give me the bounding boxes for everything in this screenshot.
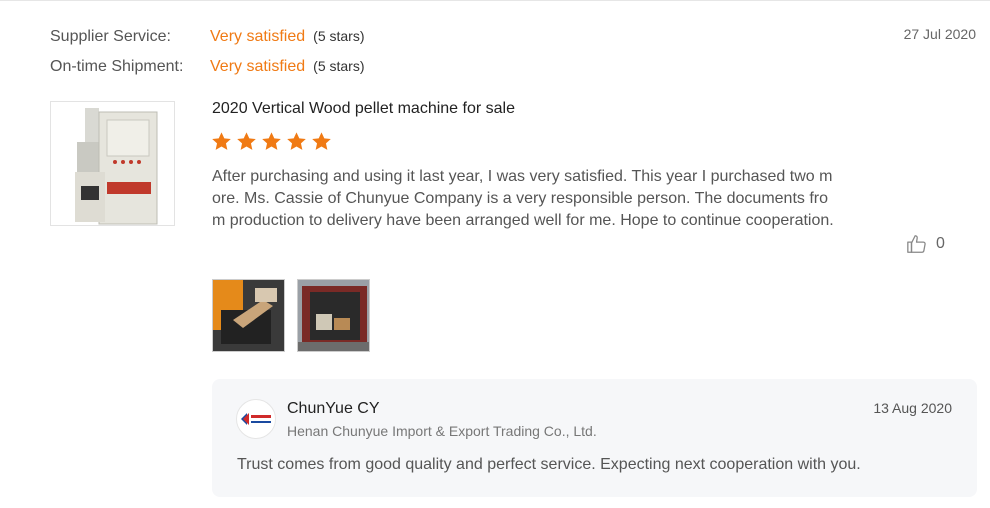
review-date: 27 Jul 2020 [903, 26, 976, 42]
supplier-service-stars: (5 stars) [313, 28, 365, 44]
star-icon [212, 132, 231, 150]
review-text: After purchasing and using it last year,… [212, 168, 834, 229]
product-title[interactable]: 2020 Vertical Wood pellet machine for sa… [212, 100, 515, 118]
supplier-logo-icon [241, 413, 271, 425]
reply-author-name: ChunYue CY [287, 400, 380, 417]
ontime-shipment-label: On-time Shipment: [50, 58, 184, 75]
star-icon [287, 132, 306, 150]
reply-text: Trust comes from good quality and perfec… [237, 456, 861, 473]
star-rating [211, 131, 332, 152]
supplier-reply: ChunYue CY Henan Chunyue Import & Export… [212, 379, 977, 497]
ontime-shipment-stars: (5 stars) [313, 58, 365, 74]
like-count: 0 [936, 235, 945, 252]
ontime-shipment-rating: On-time Shipment: Very satisfied (5 stars) [50, 58, 365, 76]
star-icon [262, 132, 281, 150]
star-icon [237, 132, 256, 150]
top-divider [0, 0, 990, 1]
review-photo-2[interactable] [297, 279, 370, 352]
supplier-service-rating: Supplier Service: Very satisfied (5 stars) [50, 28, 365, 46]
supplier-logo [236, 399, 276, 439]
reply-company: Henan Chunyue Import & Export Trading Co… [287, 423, 597, 439]
review-photo-1[interactable] [212, 279, 285, 352]
product-thumbnail[interactable] [50, 101, 175, 226]
reply-date: 13 Aug 2020 [873, 400, 952, 416]
star-icon [312, 132, 331, 150]
thumbs-up-icon [907, 235, 926, 253]
like-button[interactable]: 0 [906, 233, 945, 255]
supplier-service-value: Very satisfied [210, 28, 306, 45]
ontime-shipment-value: Very satisfied [210, 58, 306, 75]
supplier-service-label: Supplier Service: [50, 28, 171, 45]
